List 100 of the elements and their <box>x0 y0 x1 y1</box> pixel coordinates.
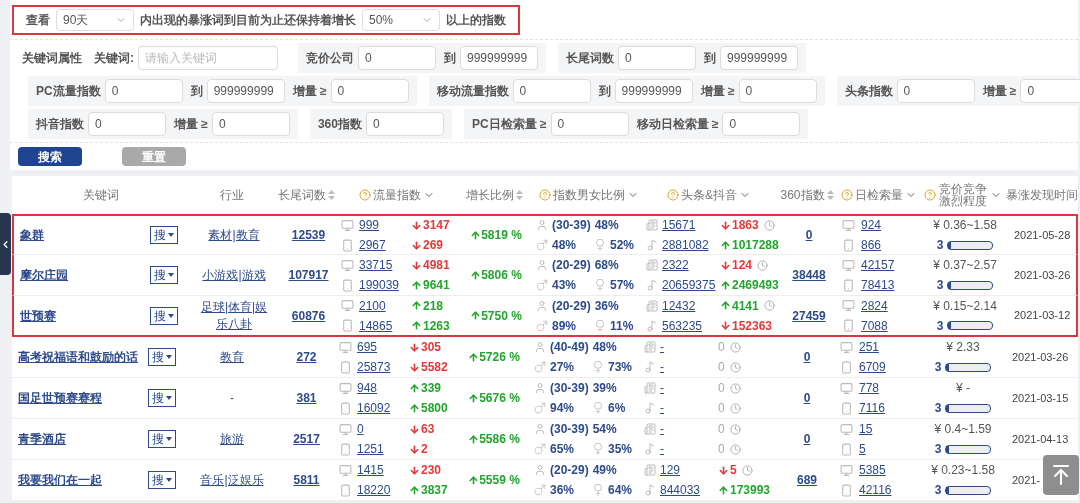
input-field[interactable]: 999999999 <box>720 46 798 70</box>
index-value[interactable]: 5385 <box>859 462 886 478</box>
longtail-count[interactable]: 12539 <box>291 227 326 243</box>
keyword-link[interactable]: 我要我们在一起 <box>12 472 102 488</box>
index-value[interactable]: - <box>660 400 718 416</box>
index-value[interactable]: 2322 <box>662 257 720 273</box>
index-value[interactable]: 7116 <box>859 400 885 416</box>
index-360[interactable]: 0 <box>803 431 811 447</box>
input-field[interactable]: 0 <box>738 79 817 103</box>
index-value[interactable]: 563235 <box>662 317 720 334</box>
index-value[interactable]: - <box>660 380 718 396</box>
index-value[interactable]: 20659375 <box>662 277 720 293</box>
keyword-link[interactable]: 象群 <box>14 227 44 243</box>
help-icon[interactable] <box>667 189 679 201</box>
sort-icon[interactable] <box>328 190 335 200</box>
index-360[interactable]: 38448 <box>792 267 826 283</box>
index-value[interactable]: 12432 <box>662 297 720 314</box>
input-field[interactable]: 999999999 <box>614 79 693 103</box>
index-value[interactable]: 948 <box>357 380 409 396</box>
longtail-count[interactable]: 272 <box>296 349 317 365</box>
index-360[interactable]: 0 <box>803 349 811 365</box>
search-dropdown[interactable]: 搜 <box>148 430 176 448</box>
index-value[interactable]: 999 <box>359 217 411 233</box>
input-field[interactable]: 0 <box>722 112 801 136</box>
input-field[interactable]: 999999999 <box>206 79 285 103</box>
collapse-tab[interactable] <box>0 213 11 275</box>
back-to-top-button[interactable] <box>1043 455 1079 495</box>
index-value[interactable]: 251 <box>859 339 880 355</box>
index-360[interactable]: 0 <box>805 227 813 243</box>
index-value[interactable]: 6709 <box>859 359 886 375</box>
help-icon[interactable] <box>539 189 551 201</box>
input-field[interactable]: 请输入关键词 <box>138 46 278 70</box>
longtail-count[interactable]: 5811 <box>293 472 320 488</box>
input-field[interactable]: 0 <box>330 79 409 103</box>
index-value[interactable]: 5 <box>859 441 866 457</box>
input-field[interactable]: 0 <box>550 112 629 136</box>
index-value[interactable]: - <box>660 339 718 355</box>
keyword-link[interactable]: 世预赛 <box>14 307 56 324</box>
growth-select[interactable]: 50% <box>362 8 440 31</box>
keyword-link[interactable]: 国足世预赛赛程 <box>12 390 102 406</box>
input-field[interactable]: 999999999 <box>460 46 538 70</box>
longtail-count[interactable]: 107917 <box>288 267 329 283</box>
input-field[interactable]: 0 <box>358 46 436 70</box>
input-field[interactable]: 0 <box>104 79 183 103</box>
input-field[interactable]: 0 <box>512 79 591 103</box>
help-icon[interactable] <box>841 189 853 201</box>
index-value[interactable]: 2967 <box>359 237 411 253</box>
industry-text[interactable]: 素材|教育 <box>200 226 268 244</box>
index-value[interactable]: 778 <box>859 380 880 396</box>
index-value[interactable]: 16092 <box>357 400 409 416</box>
index-360[interactable]: 27459 <box>792 307 826 324</box>
index-value[interactable]: 33715 <box>359 257 411 273</box>
input-field[interactable]: 0 <box>88 112 166 136</box>
longtail-count[interactable]: 381 <box>296 390 317 406</box>
index-value[interactable]: 1251 <box>357 441 409 457</box>
industry-text[interactable]: 小游戏|游戏 <box>194 266 274 284</box>
index-value[interactable]: 2824 <box>861 297 888 314</box>
sort-icon[interactable] <box>515 190 523 200</box>
index-value[interactable]: 1415 <box>357 462 409 478</box>
index-value[interactable]: 199039 <box>359 277 411 293</box>
keyword-link[interactable]: 青季酒店 <box>12 431 66 447</box>
help-icon[interactable] <box>358 189 371 201</box>
search-dropdown[interactable]: 搜 <box>148 348 176 366</box>
input-field[interactable]: 0 <box>365 112 444 136</box>
industry-text[interactable]: 教育 <box>212 348 252 366</box>
industry-text[interactable]: 旅游 <box>212 430 252 448</box>
index-value[interactable]: 2100 <box>359 297 411 314</box>
keyword-link[interactable]: 摩尔庄园 <box>14 267 68 283</box>
index-value[interactable]: 0 <box>357 421 409 437</box>
period-select[interactable]: 90天 <box>56 8 134 31</box>
search-button[interactable]: 搜索 <box>18 147 82 166</box>
longtail-count[interactable]: 2517 <box>293 431 320 447</box>
search-dropdown[interactable]: 搜 <box>148 389 176 407</box>
industry-text[interactable]: 音乐|泛娱乐 <box>192 471 272 489</box>
index-value[interactable]: 42116 <box>859 482 892 498</box>
index-value[interactable]: 7088 <box>861 317 888 334</box>
index-value[interactable]: - <box>660 441 718 457</box>
index-value[interactable]: 78413 <box>861 277 895 293</box>
index-value[interactable]: - <box>660 421 718 437</box>
index-360[interactable]: 689 <box>797 472 817 488</box>
industry-text[interactable]: 足球|体育|娱乐八卦 <box>192 298 276 333</box>
longtail-count[interactable]: 60876 <box>291 307 326 324</box>
search-dropdown[interactable]: 搜 <box>150 306 178 325</box>
search-dropdown[interactable]: 搜 <box>148 471 176 489</box>
input-field[interactable]: 0 <box>1020 79 1080 103</box>
index-value[interactable]: 14865 <box>359 317 411 334</box>
sort-icon[interactable] <box>826 190 834 200</box>
index-value[interactable]: 129 <box>660 462 718 478</box>
index-value[interactable]: 844033 <box>660 482 718 498</box>
input-field[interactable]: 0 <box>618 46 696 70</box>
index-value[interactable]: 2881082 <box>662 237 720 253</box>
search-dropdown[interactable]: 搜 <box>150 226 178 244</box>
index-value[interactable]: 42157 <box>861 257 895 273</box>
index-value[interactable]: - <box>660 359 718 375</box>
index-360[interactable]: 0 <box>803 390 811 406</box>
search-dropdown[interactable]: 搜 <box>150 266 178 284</box>
index-value[interactable]: 25873 <box>357 359 409 375</box>
help-icon[interactable] <box>924 189 936 201</box>
index-value[interactable]: 695 <box>357 339 409 355</box>
index-value[interactable]: 18220 <box>357 482 409 498</box>
